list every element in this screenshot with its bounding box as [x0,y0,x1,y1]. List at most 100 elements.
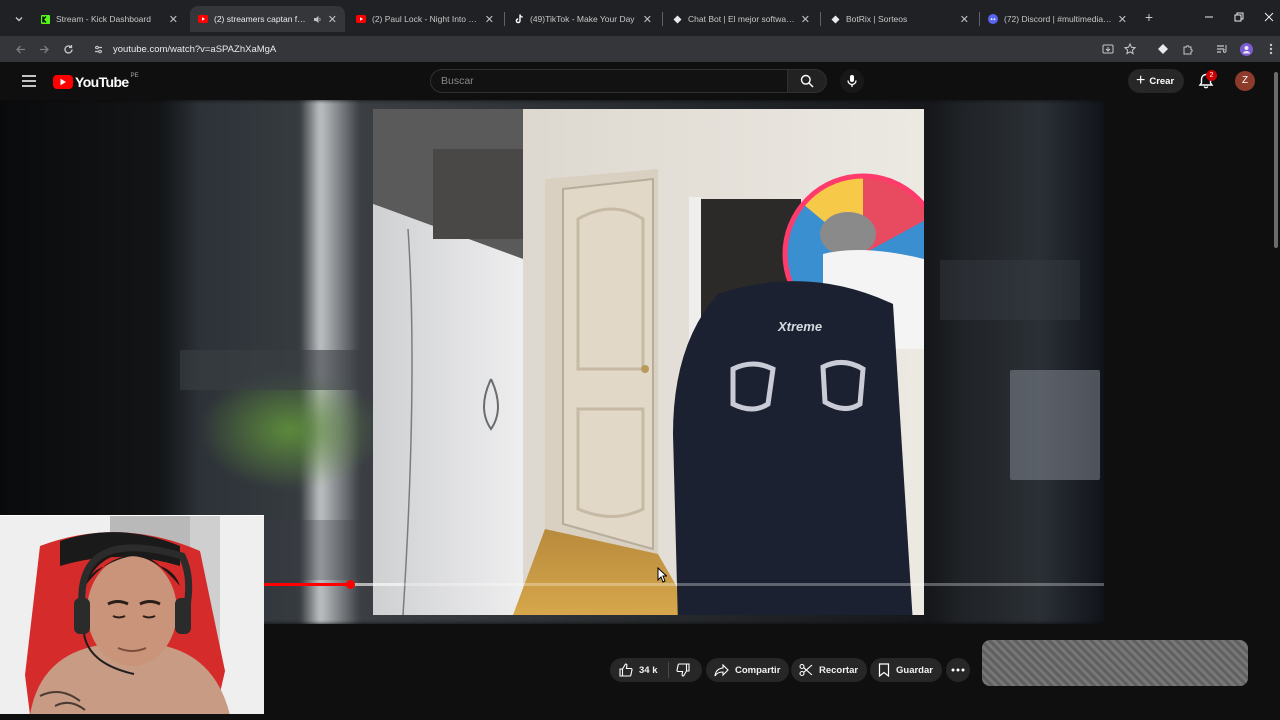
tab-title: (49)TikTok - Make Your Day [530,14,635,24]
minimize-icon[interactable] [1202,10,1216,24]
bookmark-star-icon[interactable] [1122,41,1138,57]
browser-tab-youtube[interactable]: (2) Paul Lock - Night Into Day ( ✕ [348,6,502,32]
create-label: Crear [1149,75,1175,87]
close-tab-icon[interactable]: ✕ [960,13,969,26]
browser-menu-icon[interactable] [1263,41,1279,57]
browser-tab-kick[interactable]: Stream - Kick Dashboard ✕ [32,6,186,32]
country-code: PE [130,73,139,79]
url-text: youtube.com/watch?v=aSPAZhXaMgA [113,43,277,55]
menu-icon[interactable] [20,72,38,90]
browser-tab-strip: Stream - Kick Dashboard ✕ (2) streamers … [0,0,1280,36]
search-box [430,69,788,93]
tab-title: (2) Paul Lock - Night Into Day ( [372,14,479,24]
chevron-down-icon [15,17,23,22]
close-tab-icon[interactable]: ✕ [801,13,810,26]
blur-panel [1010,370,1100,480]
botrix-icon [672,14,682,24]
thumbs-down-icon [675,663,690,677]
tab-separator [662,12,663,26]
browser-tab-youtube-active[interactable]: (2) streamers captan fantas ✕ [190,6,345,32]
video-frame: Xtreme [373,109,924,615]
browser-tab-chatbot[interactable]: Chat Bot | El mejor software pa ✕ [664,6,818,32]
restore-icon[interactable] [1232,10,1246,24]
close-tab-icon[interactable]: ✕ [485,13,494,26]
new-tab-button[interactable]: + [1142,10,1156,24]
account-avatar[interactable]: Z [1235,71,1255,91]
more-actions-button[interactable] [946,658,970,682]
profile-avatar-icon[interactable] [1238,41,1254,57]
botrix-icon [830,14,840,24]
forward-arrow-icon[interactable] [36,41,52,57]
tab-title: (72) Discord | #multimedia | Lo [1004,14,1112,24]
page-scrollbar[interactable] [1274,72,1278,248]
back-arrow-icon[interactable] [12,41,28,57]
extension-diamond-icon[interactable] [1155,41,1171,57]
address-bar[interactable]: youtube.com/watch?v=aSPAZhXaMgA [86,38,1144,60]
progress-bar[interactable] [264,580,1104,589]
notification-count-badge: 2 [1206,70,1217,81]
youtube-icon [198,14,208,24]
webcam-overlay [0,515,264,714]
more-horizontal-icon [951,668,965,672]
tiktok-icon [514,14,524,24]
tab-title: BotRix | Sorteos [846,14,908,24]
bookmark-icon [878,663,890,677]
browser-tab-discord[interactable]: (72) Discord | #multimedia | Lo ✕ [980,6,1135,32]
search-button[interactable] [787,69,827,93]
kick-icon [40,14,50,24]
browser-tab-tiktok[interactable]: (49)TikTok - Make Your Day ✕ [506,6,660,32]
close-tab-icon[interactable]: ✕ [643,13,652,26]
create-button[interactable]: + Crear [1128,69,1185,93]
search-input[interactable] [431,70,787,92]
webcam-streamer-image [0,516,264,714]
extensions-puzzle-icon[interactable] [1180,41,1196,57]
dislike-button[interactable] [669,658,697,682]
reload-icon[interactable] [60,41,76,57]
youtube-play-icon [53,75,73,89]
browser-toolbar: youtube.com/watch?v=aSPAZhXaMgA [0,36,1280,62]
close-tab-icon[interactable]: ✕ [328,13,337,26]
clip-button[interactable]: Recortar [791,658,868,682]
like-dislike-group: 34 k [610,658,702,682]
tab-title: Chat Bot | El mejor software pa [688,14,795,24]
pixelated-overlay-thumbnail [982,640,1248,686]
played-bar [264,583,350,586]
share-button[interactable]: Compartir [706,658,790,682]
close-tab-icon[interactable]: ✕ [1118,13,1127,26]
voice-search-button[interactable] [840,69,864,93]
tab-separator [820,12,821,26]
youtube-icon [356,14,366,24]
microphone-icon [847,75,857,87]
like-button[interactable]: 34 k [610,658,658,682]
tab-title: Stream - Kick Dashboard [56,14,151,24]
save-label: Guardar [896,664,933,676]
clip-label: Recortar [819,664,859,676]
share-arrow-icon [714,663,729,676]
site-settings-icon[interactable] [91,42,105,56]
svg-text:Xtreme: Xtreme [777,319,822,334]
tab-search-button[interactable] [10,10,28,28]
tab-separator [504,12,505,26]
media-control-icon[interactable] [1214,41,1230,57]
close-window-icon[interactable] [1262,10,1276,24]
blur-panel [180,350,360,390]
browser-tab-botrix[interactable]: BotRix | Sorteos ✕ [822,6,977,32]
share-label: Compartir [735,664,781,676]
install-app-icon[interactable] [1100,41,1116,57]
youtube-header: YouTube PE + Crear 2 Z [0,62,1280,100]
save-button[interactable]: Guardar [870,658,942,682]
like-count: 34 k [639,664,658,676]
close-tab-icon[interactable]: ✕ [169,13,178,26]
thumbs-up-icon [619,663,633,677]
scrubber-handle[interactable] [345,580,355,589]
mouse-cursor-icon [657,567,667,583]
video-scene-image: Xtreme [373,109,924,615]
search-icon [800,74,814,88]
tab-title: (2) streamers captan fantas [214,14,309,24]
blur-panel [940,260,1080,320]
speaker-icon[interactable] [313,15,322,24]
logo-wordmark: YouTube [75,74,129,90]
scissors-icon [799,663,813,677]
youtube-logo[interactable]: YouTube PE [53,73,139,90]
plus-icon: + [1136,72,1146,89]
